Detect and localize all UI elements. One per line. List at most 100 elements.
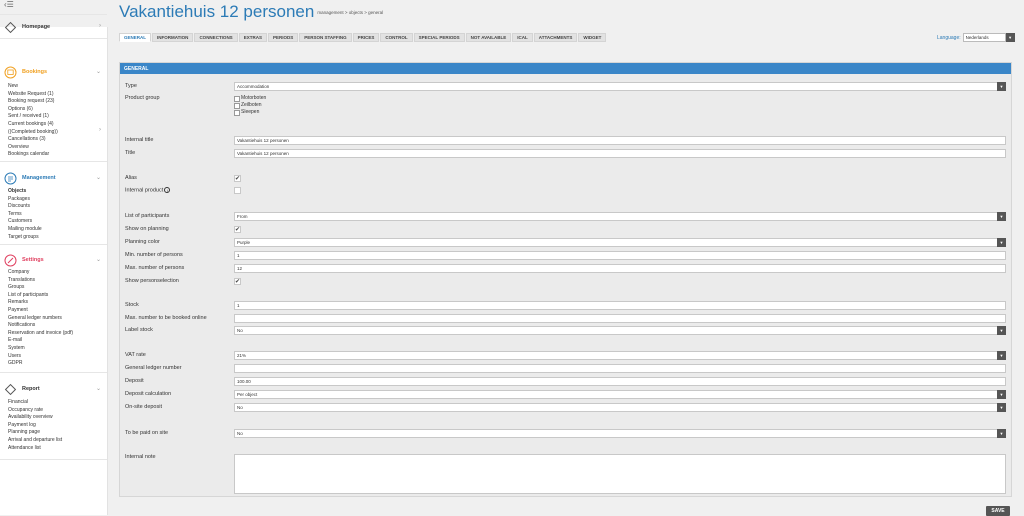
chevron-down-icon[interactable]: ⌄ xyxy=(96,174,101,181)
chevron-down-icon[interactable]: ⌄ xyxy=(96,256,101,263)
deposit-calc-select[interactable]: Per object ▼ xyxy=(234,390,1006,399)
tab-connections[interactable]: CONNECTIONS xyxy=(194,33,238,42)
planning-color-select[interactable]: Purple ▼ xyxy=(234,238,1006,247)
menu-item[interactable]: Users xyxy=(8,353,73,361)
personselection-checkbox[interactable]: ✔ xyxy=(234,278,241,285)
menu-item[interactable]: Customers xyxy=(8,218,42,226)
chevron-down-icon[interactable]: ⌄ xyxy=(96,385,101,392)
sidebar-bookings[interactable]: Bookings xyxy=(4,64,47,80)
sidebar-management[interactable]: Management xyxy=(4,170,56,186)
menu-item[interactable]: Remarks xyxy=(8,299,73,307)
menu-item[interactable]: Planning page xyxy=(8,429,62,437)
tab-prices[interactable]: PRICES xyxy=(352,33,380,42)
max-online-input[interactable] xyxy=(234,314,1006,323)
internal-product-checkbox[interactable] xyxy=(234,187,241,194)
menu-item[interactable]: E-mail xyxy=(8,337,73,345)
checkbox[interactable] xyxy=(234,102,240,109)
tab-special-periods[interactable]: SPECIAL PERIODS xyxy=(413,33,465,42)
menu-item[interactable]: System xyxy=(8,345,73,353)
menu-item[interactable]: Target groups xyxy=(8,234,42,242)
participants-select[interactable]: From ▼ xyxy=(234,212,1006,221)
info-icon[interactable]: i xyxy=(164,187,171,193)
chevron-down-icon[interactable]: ▼ xyxy=(997,82,1006,91)
ledger-input[interactable] xyxy=(234,364,1006,373)
chevron-down-icon[interactable]: ▼ xyxy=(997,351,1006,360)
tab-attachments[interactable]: ATTACHMENTS xyxy=(533,33,578,42)
menu-item[interactable]: Discounts xyxy=(8,203,42,211)
menu-item[interactable]: Objects xyxy=(8,188,42,196)
label-stock-select[interactable]: No ▼ xyxy=(234,326,1006,335)
menu-item[interactable]: Options (6) xyxy=(8,106,58,114)
min-persons-input[interactable]: 1 xyxy=(234,251,1006,260)
chevron-down-icon[interactable]: ▼ xyxy=(997,326,1006,335)
menu-item[interactable]: Occupancy rate xyxy=(8,407,62,415)
tab-widget[interactable]: WIDGET xyxy=(578,33,607,42)
tab-information[interactable]: INFORMATION xyxy=(152,33,194,42)
menu-item[interactable]: Terms xyxy=(8,211,42,219)
tab-control[interactable]: CONTROL xyxy=(380,33,413,42)
vat-rate-select[interactable]: 21% ▼ xyxy=(234,351,1006,360)
internal-note-textarea[interactable] xyxy=(234,454,1006,494)
chevron-down-icon[interactable]: ⌄ xyxy=(96,68,101,75)
max-persons-input[interactable]: 12 xyxy=(234,264,1006,273)
internal-title-input[interactable]: Vakantiehuis 12 personen xyxy=(234,136,1006,145)
menu-item[interactable]: Availability overview xyxy=(8,414,62,422)
alias-checkbox[interactable]: ✔ xyxy=(234,175,241,182)
menu-item[interactable]: Overview xyxy=(8,144,58,152)
sidebar-settings[interactable]: Settings xyxy=(4,252,44,268)
chevron-down-icon[interactable]: ▼ xyxy=(997,390,1006,399)
menu-item[interactable]: Cancellations (3) xyxy=(8,136,58,144)
menu-item[interactable]: Packages xyxy=(8,196,42,204)
option-motorboten[interactable]: Motorboten xyxy=(234,95,266,102)
checkbox[interactable] xyxy=(234,109,240,116)
menu-item[interactable]: General ledger numbers xyxy=(8,315,73,323)
show-on-planning-checkbox[interactable]: ✔ xyxy=(234,226,241,233)
title-input[interactable]: Vakantiehuis 12 personen xyxy=(234,149,1006,158)
menu-item[interactable]: Payment xyxy=(8,307,73,315)
option-sleepen[interactable]: Sleepen xyxy=(234,109,266,116)
tab-extras[interactable]: EXTRAS xyxy=(238,33,267,42)
chevron-down-icon[interactable]: ▼ xyxy=(1005,33,1015,42)
tab-ical[interactable]: ICAL xyxy=(512,33,533,42)
chevron-down-icon[interactable]: ▼ xyxy=(997,403,1006,412)
onsite-deposit-select[interactable]: No ▼ xyxy=(234,403,1006,412)
sidebar-report[interactable]: Report xyxy=(4,381,40,397)
menu-item[interactable]: Mailing module xyxy=(8,226,42,234)
menu-item[interactable]: Reservation and invoice (pdf) xyxy=(8,330,73,338)
chevron-down-icon[interactable]: ▼ xyxy=(997,212,1006,221)
menu-item[interactable]: List of participants xyxy=(8,292,73,300)
tab-person-staffing[interactable]: PERSON STAFFING xyxy=(299,33,352,42)
menu-item[interactable]: Payment log xyxy=(8,422,62,430)
tab-periods[interactable]: PERIODS xyxy=(267,33,299,42)
option-zeilboten[interactable]: Zeilboten xyxy=(234,102,266,109)
menu-item[interactable]: Financial xyxy=(8,399,62,407)
menu-item[interactable]: New xyxy=(8,83,58,91)
menu-item[interactable]: Website Request (1) xyxy=(8,91,58,99)
paid-on-site-select[interactable]: No ▼ xyxy=(234,429,1006,438)
chevron-right-icon[interactable]: › xyxy=(99,23,101,29)
menu-item[interactable]: Groups xyxy=(8,284,73,292)
language-select[interactable]: Nederlands ▼ xyxy=(962,33,1015,42)
deposit-input[interactable]: 100.00 xyxy=(234,377,1006,386)
menu-item[interactable]: Company xyxy=(8,269,73,277)
chevron-right-icon[interactable]: › xyxy=(99,127,101,133)
tab-not-available[interactable]: NOT AVAILABLE xyxy=(465,33,512,42)
menu-item[interactable]: Booking request (23) xyxy=(8,98,58,106)
stock-input[interactable]: 1 xyxy=(234,301,1006,310)
checkbox[interactable] xyxy=(234,95,240,102)
menu-toggle-icon[interactable]: ‹☰ xyxy=(4,1,14,9)
menu-item[interactable]: GDPR xyxy=(8,360,73,368)
tab-general[interactable]: GENERAL xyxy=(119,33,152,42)
menu-item[interactable]: Bookings calendar xyxy=(8,151,58,159)
menu-item[interactable]: Notifications xyxy=(8,322,73,330)
menu-item[interactable]: Attendance list xyxy=(8,445,62,453)
menu-item[interactable]: Arrival and departure list xyxy=(8,437,62,445)
menu-item[interactable]: ((Completed booking)) xyxy=(8,129,58,137)
type-select[interactable]: Accommodation ▼ xyxy=(234,82,1006,91)
menu-item[interactable]: Translations xyxy=(8,277,73,285)
chevron-down-icon[interactable]: ▼ xyxy=(997,238,1006,247)
menu-item[interactable]: Sent / received (1) xyxy=(8,113,58,121)
sidebar-homepage[interactable]: Homepage xyxy=(4,19,50,35)
chevron-down-icon[interactable]: ▼ xyxy=(997,429,1006,438)
menu-item[interactable]: Current bookings (4) xyxy=(8,121,58,129)
